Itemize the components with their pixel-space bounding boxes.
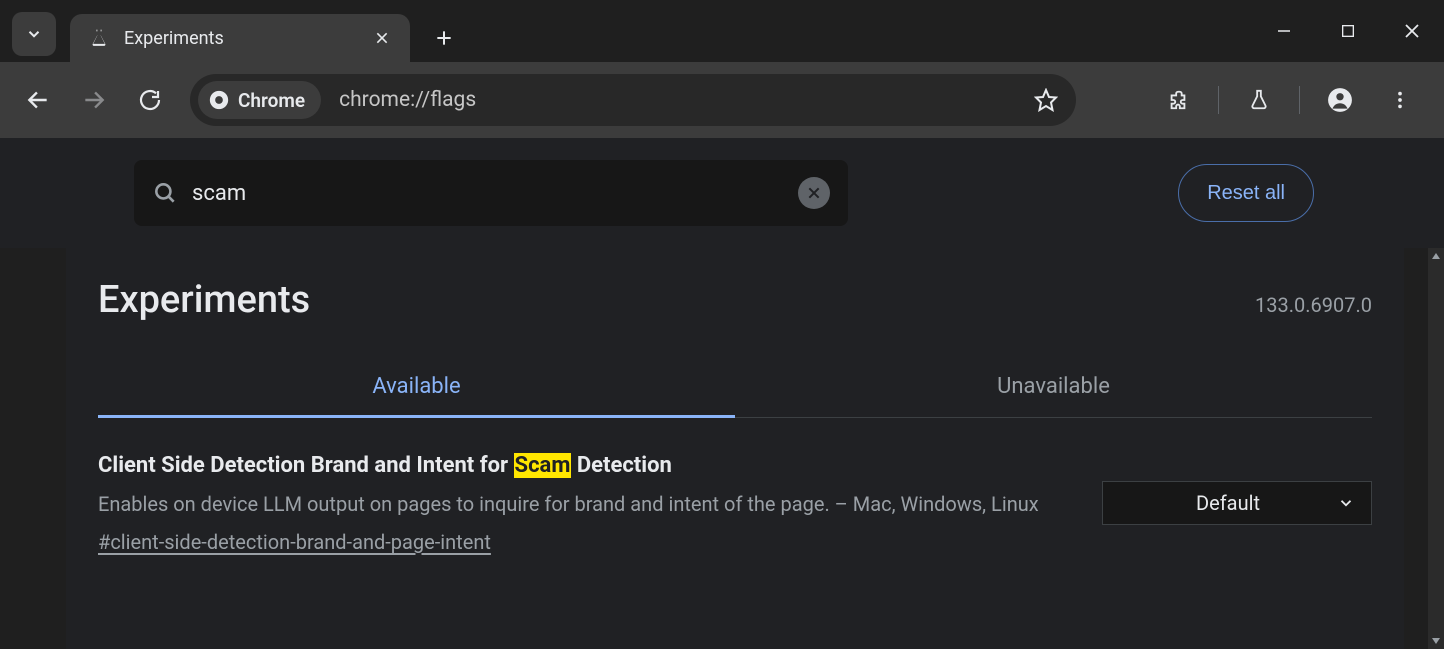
reload-icon <box>138 88 162 112</box>
search-input[interactable] <box>192 181 798 206</box>
divider <box>1299 86 1300 114</box>
window-maximize-button[interactable] <box>1316 0 1380 62</box>
gutter <box>1404 248 1428 649</box>
scroll-down-button[interactable] <box>1428 633 1444 649</box>
close-icon <box>806 185 822 201</box>
new-tab-button[interactable] <box>426 20 462 56</box>
extensions-button[interactable] <box>1156 78 1200 122</box>
flag-description: Enables on device LLM output on pages to… <box>98 489 1072 520</box>
scroll-up-button[interactable] <box>1428 248 1444 264</box>
flag-title-highlight: Scam <box>514 453 572 478</box>
plus-icon <box>434 28 454 48</box>
star-icon <box>1034 88 1058 112</box>
kebab-icon <box>1389 89 1411 111</box>
window-close-button[interactable] <box>1380 0 1444 62</box>
divider <box>1218 86 1219 114</box>
caret-up-icon <box>1431 251 1441 261</box>
flask-icon <box>88 27 110 49</box>
chevron-down-icon <box>1337 494 1355 512</box>
version-label: 133.0.6907.0 <box>1255 293 1372 317</box>
flag-row: Client Side Detection Brand and Intent f… <box>98 452 1372 554</box>
flags-search-bar: Reset all <box>0 138 1444 248</box>
gutter <box>0 248 66 649</box>
clear-search-button[interactable] <box>798 177 830 209</box>
content: Experiments 133.0.6907.0 Available Unava… <box>66 248 1404 649</box>
chevron-down-icon <box>25 25 43 43</box>
close-icon <box>1403 22 1421 40</box>
profile-button[interactable] <box>1318 78 1362 122</box>
tab-unavailable-label: Unavailable <box>997 374 1110 399</box>
arrow-right-icon <box>81 87 107 113</box>
chrome-logo-icon <box>208 89 230 111</box>
browser-tab[interactable]: Experiments <box>70 14 410 62</box>
minimize-icon <box>1275 22 1293 40</box>
search-box[interactable] <box>134 160 848 226</box>
tab-close-button[interactable] <box>368 24 396 52</box>
window-controls <box>1252 0 1444 62</box>
menu-button[interactable] <box>1378 78 1422 122</box>
flag-title: Client Side Detection Brand and Intent f… <box>98 452 1072 481</box>
tab-available[interactable]: Available <box>98 374 735 417</box>
chrome-chip-label: Chrome <box>238 89 305 112</box>
titlebar: Experiments <box>0 0 1444 62</box>
tab-title: Experiments <box>124 28 368 49</box>
back-button[interactable] <box>16 78 60 122</box>
chrome-chip: Chrome <box>198 81 321 119</box>
tab-unavailable[interactable]: Unavailable <box>735 374 1372 417</box>
url-text: chrome://flags <box>339 88 1034 112</box>
address-bar[interactable]: Chrome chrome://flags <box>190 74 1076 126</box>
tab-strip: Available Unavailable <box>98 374 1372 418</box>
reset-all-label: Reset all <box>1207 182 1285 205</box>
flag-title-post: Detection <box>571 453 671 478</box>
search-icon <box>152 180 178 206</box>
caret-down-icon <box>1431 636 1441 646</box>
labs-button[interactable] <box>1237 78 1281 122</box>
page-title: Experiments <box>98 278 310 322</box>
tab-available-label: Available <box>372 374 460 399</box>
puzzle-icon <box>1167 89 1189 111</box>
avatar-icon <box>1327 87 1353 113</box>
flask-icon <box>1248 89 1270 111</box>
toolbar-right <box>1150 78 1434 122</box>
reset-all-button[interactable]: Reset all <box>1178 164 1314 222</box>
toolbar: Chrome chrome://flags <box>0 62 1444 138</box>
reload-button[interactable] <box>128 78 172 122</box>
close-icon <box>374 30 390 46</box>
scrollbar[interactable] <box>1428 248 1444 649</box>
flag-select[interactable]: Default <box>1102 481 1372 525</box>
flag-select-value: Default <box>1119 491 1337 515</box>
scroll-track[interactable] <box>1428 264 1444 633</box>
window-minimize-button[interactable] <box>1252 0 1316 62</box>
bookmark-button[interactable] <box>1034 88 1058 112</box>
content-wrapper: Experiments 133.0.6907.0 Available Unava… <box>0 248 1444 649</box>
arrow-left-icon <box>25 87 51 113</box>
forward-button[interactable] <box>72 78 116 122</box>
flag-title-pre: Client Side Detection Brand and Intent f… <box>98 453 514 478</box>
maximize-icon <box>1340 23 1356 39</box>
flag-anchor-link[interactable]: #client-side-detection-brand-and-page-in… <box>98 530 491 554</box>
tab-search-button[interactable] <box>12 12 56 56</box>
